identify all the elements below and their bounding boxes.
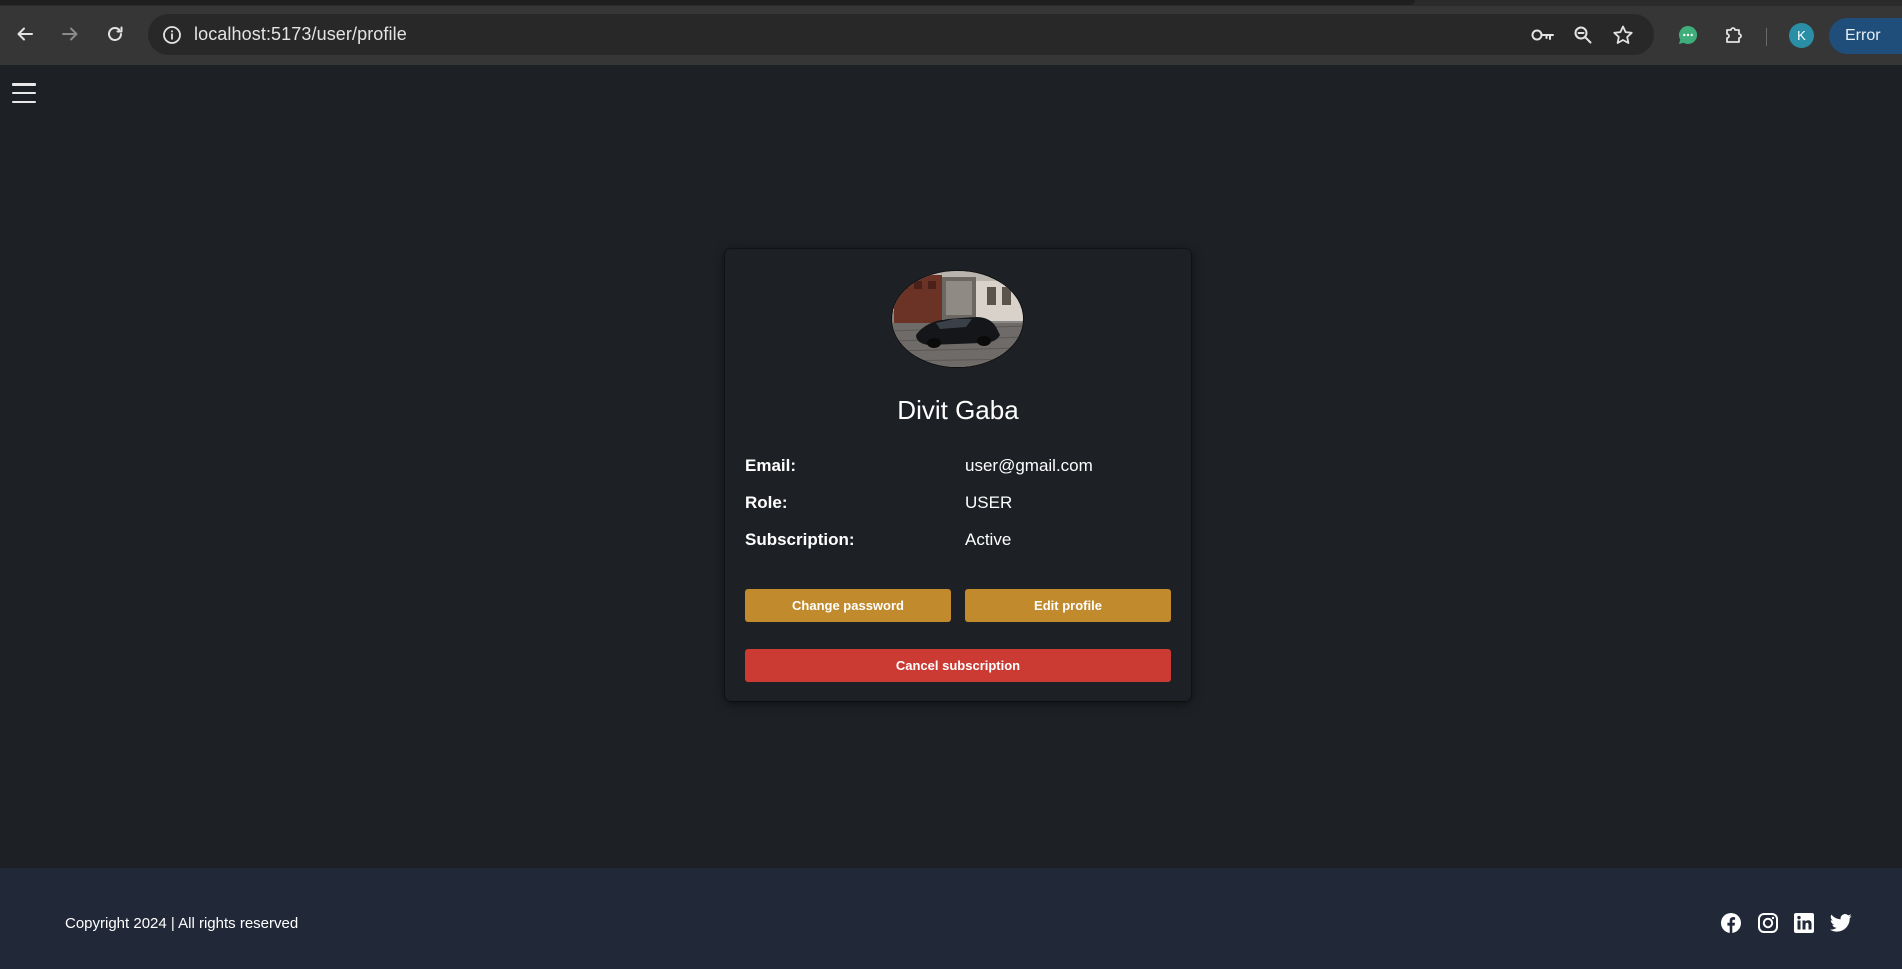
bookmark-button[interactable] bbox=[1608, 20, 1638, 50]
footer: Copyright 2024 | All rights reserved bbox=[0, 868, 1902, 969]
site-info-button[interactable] bbox=[156, 19, 187, 50]
subscription-label: Subscription: bbox=[745, 530, 855, 549]
facebook-icon[interactable] bbox=[1719, 911, 1743, 935]
info-icon bbox=[162, 25, 181, 44]
subscription-row: Subscription: Active bbox=[745, 530, 1171, 554]
zoom-out-icon bbox=[1574, 26, 1592, 44]
back-arrow-icon bbox=[17, 27, 33, 41]
reload-icon bbox=[108, 26, 123, 41]
url-text[interactable]: localhost:5173/user/profile bbox=[194, 14, 407, 55]
star-icon bbox=[1613, 25, 1633, 44]
role-value: USER bbox=[965, 493, 1013, 512]
zoom-button[interactable] bbox=[1568, 20, 1598, 50]
linkedin-icon[interactable] bbox=[1792, 911, 1816, 935]
address-bar[interactable]: localhost:5173/user/profile bbox=[148, 14, 1654, 55]
change-password-button[interactable]: Change password bbox=[745, 589, 951, 622]
forward-arrow-icon bbox=[62, 27, 78, 41]
role-label: Role: bbox=[745, 493, 788, 512]
menu-icon[interactable] bbox=[12, 83, 38, 103]
key-icon bbox=[1531, 29, 1554, 41]
copyright-text: Copyright 2024 | All rights reserved bbox=[65, 915, 299, 932]
puzzle-icon bbox=[1726, 27, 1742, 43]
email-value: user@gmail.com bbox=[965, 456, 1093, 475]
forward-button[interactable] bbox=[52, 16, 88, 52]
role-row: Role: USER bbox=[745, 493, 1171, 517]
subscription-value: Active bbox=[965, 530, 1012, 549]
error-button[interactable]: Error bbox=[1829, 18, 1902, 54]
profile-photo bbox=[891, 270, 1024, 368]
error-label: Error bbox=[1845, 27, 1881, 44]
email-row: Email: user@gmail.com bbox=[745, 456, 1171, 480]
edit-profile-button[interactable]: Edit profile bbox=[965, 589, 1171, 622]
toolbar-divider bbox=[1766, 28, 1767, 46]
instagram-icon[interactable] bbox=[1756, 911, 1780, 935]
browser-toolbar: localhost:5173/user/profile K Error bbox=[0, 6, 1902, 65]
profile-card: Divit Gaba Email: user@gmail.com Role: U… bbox=[725, 249, 1191, 701]
password-key-button[interactable] bbox=[1528, 20, 1558, 50]
extensions-button[interactable] bbox=[1718, 19, 1750, 51]
profile-name: Divit Gaba bbox=[897, 395, 1019, 425]
chat-bubble-icon bbox=[1678, 25, 1698, 44]
reload-button[interactable] bbox=[97, 16, 133, 52]
back-button[interactable] bbox=[7, 16, 43, 52]
cancel-subscription-button[interactable]: Cancel subscription bbox=[745, 649, 1171, 682]
twitter-icon[interactable] bbox=[1829, 911, 1853, 935]
chat-extension-button[interactable] bbox=[1672, 19, 1704, 51]
profile-avatar[interactable]: K bbox=[1789, 23, 1814, 48]
email-label: Email: bbox=[745, 456, 797, 475]
